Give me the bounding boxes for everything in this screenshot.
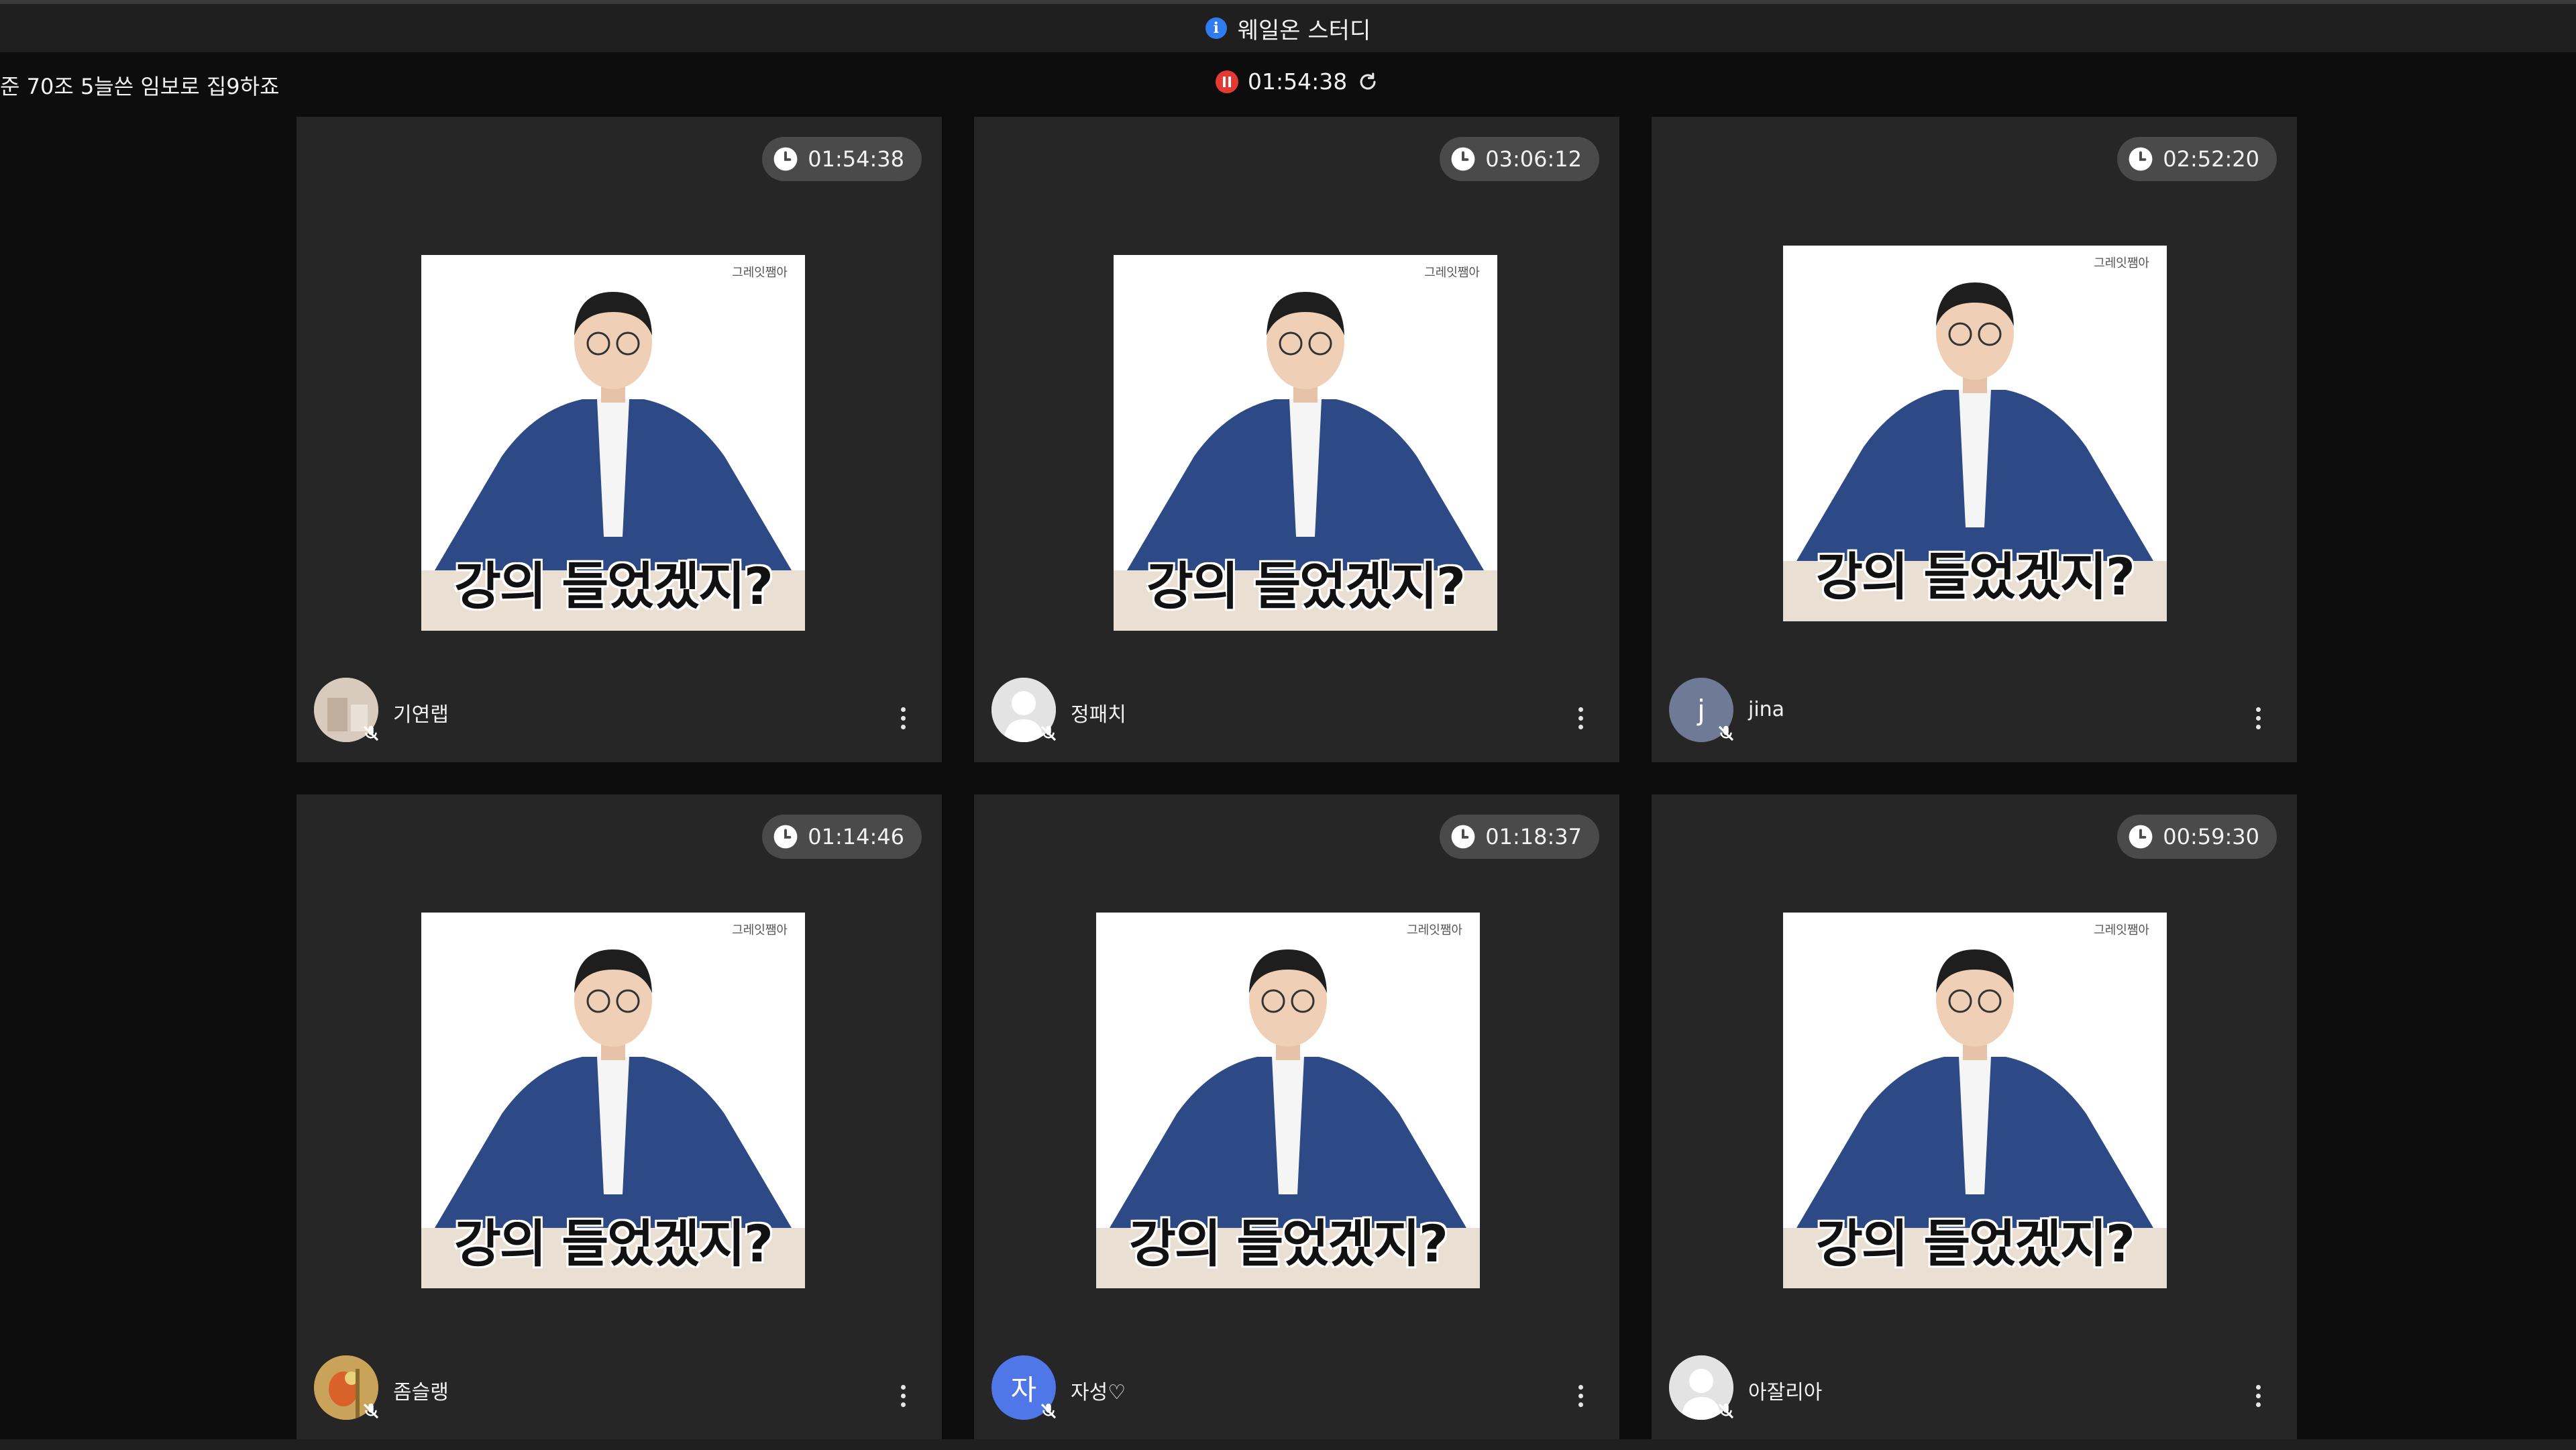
photo-caption: 강의 들었겠지? <box>1815 547 2135 607</box>
participant-name: 정패치 <box>1071 703 1126 727</box>
participant-tile[interactable]: 03:06:12 그레잇쨈아 강의 들었겠지? 정패치 <box>974 117 1619 762</box>
photo-caption: 강의 들었겠지? <box>1128 1214 1448 1274</box>
participant-footer: 정패치 <box>991 678 1602 745</box>
photo-brand: 그레잇쨈아 <box>732 266 788 280</box>
avatar-letter: 자 <box>1010 1373 1037 1406</box>
more-options-icon[interactable] <box>1576 707 1585 734</box>
bottom-border <box>0 1439 2576 1450</box>
participant-name: 좀슬랭 <box>393 1381 449 1404</box>
time-badge: 02:52:20 <box>2117 137 2277 181</box>
status-bar: 준 70조 5늘쓴 임보로 집9하죠 01:54:38 <box>0 52 2576 116</box>
mic-muted-icon <box>1718 725 1734 741</box>
participant-footer: 아잘리아 <box>1669 1355 2279 1422</box>
participant-tile[interactable]: 00:59:30 그레잇쨈아 강의 들었겠지? 아잘리아 <box>1652 794 2297 1440</box>
elapsed-time: 01:14:46 <box>808 824 904 849</box>
participant-footer: 자 자성♡ <box>991 1355 1602 1422</box>
participant-name: 기연랩 <box>393 703 449 727</box>
participant-name: 자성♡ <box>1071 1381 1126 1404</box>
time-badge: 01:18:37 <box>1440 815 1599 859</box>
clock-icon <box>2129 825 2153 849</box>
title-bar: i 웨일온 스터디 <box>0 0 2576 52</box>
refresh-icon[interactable] <box>1356 70 1379 93</box>
participant-footer: 좀슬랭 <box>314 1355 924 1422</box>
participant-name: 아잘리아 <box>1748 1381 1823 1404</box>
elapsed-time: 01:18:37 <box>1485 824 1582 849</box>
clock-icon <box>773 147 798 171</box>
photo-caption: 강의 들었겠지? <box>1146 556 1466 616</box>
pause-icon[interactable] <box>1216 70 1238 93</box>
mic-muted-icon <box>1040 1403 1057 1419</box>
elapsed-time: 01:54:38 <box>808 146 904 172</box>
more-options-icon[interactable] <box>2254 707 2262 734</box>
clock-icon <box>2129 147 2153 171</box>
video-frame: 그레잇쨈아 강의 들었겠지? <box>1096 913 1480 1288</box>
time-badge: 00:59:30 <box>2117 815 2277 859</box>
participant-tile[interactable]: 01:18:37 그레잇쨈아 강의 들었겠지? 자 자성♡ <box>974 794 1619 1440</box>
more-options-icon[interactable] <box>1576 1385 1585 1412</box>
photo-caption: 강의 들었겠지? <box>453 556 773 616</box>
photo-brand: 그레잇쨈아 <box>732 923 788 937</box>
mic-muted-icon <box>363 1403 379 1419</box>
more-options-icon[interactable] <box>899 1385 907 1412</box>
mic-muted-icon <box>363 725 379 741</box>
participant-tile[interactable]: 02:52:20 그레잇쨈아 강의 들었겠지? j jina <box>1652 117 2297 762</box>
elapsed-time: 03:06:12 <box>1485 146 1582 172</box>
time-badge: 03:06:12 <box>1440 137 1599 181</box>
photo-caption: 강의 들었겠지? <box>1815 1214 2135 1274</box>
avatar-letter: j <box>1697 693 1705 727</box>
room-title: 준 70조 5늘쓴 임보로 집9하죠 <box>0 74 280 99</box>
photo-brand: 그레잇쨈아 <box>2094 923 2149 937</box>
clock-icon <box>773 825 798 849</box>
elapsed-time: 00:59:30 <box>2163 824 2259 849</box>
info-icon[interactable]: i <box>1205 17 1227 39</box>
video-frame: 그레잇쨈아 강의 들었겠지? <box>1114 255 1497 631</box>
participant-footer: j jina <box>1669 678 2279 745</box>
photo-brand: 그레잇쨈아 <box>1407 923 1462 937</box>
video-frame: 그레잇쨈아 강의 들었겠지? <box>421 255 805 631</box>
time-badge: 01:14:46 <box>762 815 922 859</box>
session-timer-value: 01:54:38 <box>1248 68 1348 95</box>
participant-tile[interactable]: 01:14:46 그레잇쨈아 강의 들었겠지? 좀슬랭 <box>297 794 942 1440</box>
video-frame: 그레잇쨈아 강의 들었겠지? <box>421 913 805 1288</box>
more-options-icon[interactable] <box>899 707 907 734</box>
elapsed-time: 02:52:20 <box>2163 146 2259 172</box>
app-title: 웨일온 스터디 <box>1237 17 1371 44</box>
clock-icon <box>1451 825 1475 849</box>
more-options-icon[interactable] <box>2254 1385 2262 1412</box>
mic-muted-icon <box>1718 1403 1734 1419</box>
video-frame: 그레잇쨈아 강의 들었겠지? <box>1783 913 2167 1288</box>
photo-brand: 그레잇쨈아 <box>1424 266 1480 280</box>
participant-footer: 기연랩 <box>314 678 924 745</box>
mic-muted-icon <box>1040 725 1057 741</box>
photo-brand: 그레잇쨈아 <box>2094 256 2149 270</box>
participant-name: jina <box>1748 698 1785 721</box>
video-frame: 그레잇쨈아 강의 들었겠지? <box>1783 246 2167 621</box>
photo-caption: 강의 들었겠지? <box>453 1214 773 1274</box>
title-group: i 웨일온 스터디 <box>1205 12 1371 45</box>
time-badge: 01:54:38 <box>762 137 922 181</box>
clock-icon <box>1451 147 1475 171</box>
participant-tile[interactable]: 01:54:38 그레잇쨈아 강의 들었겠지? 기연랩 <box>297 117 942 762</box>
session-timer: 01:54:38 <box>1216 68 1379 95</box>
